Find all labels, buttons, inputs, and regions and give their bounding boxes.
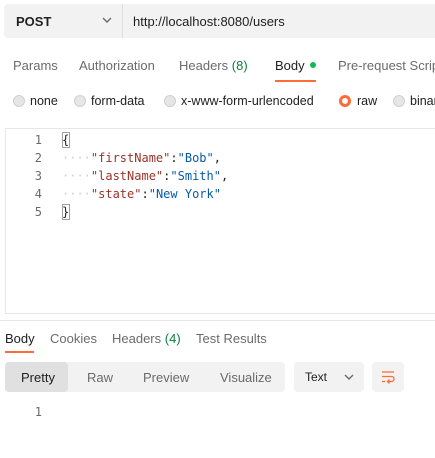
json-comma: ,: [213, 151, 221, 165]
tab-params[interactable]: Params: [13, 58, 58, 73]
line-number: 1: [34, 133, 42, 147]
chevron-down-icon: [102, 17, 112, 23]
line-number: 5: [34, 205, 42, 219]
tab-authorization[interactable]: Authorization: [79, 58, 155, 73]
json-key: "lastName": [90, 169, 164, 183]
radio-none-label: none: [30, 94, 58, 108]
method-select[interactable]: POST: [4, 4, 122, 38]
radio-urlencoded[interactable]: [164, 95, 176, 107]
tab-body[interactable]: Body: [275, 58, 316, 73]
radio-raw[interactable]: [339, 95, 351, 107]
wrap-lines-icon: [382, 371, 395, 384]
line-number: 4: [34, 187, 42, 201]
active-tab-indicator: [275, 80, 316, 82]
format-label: Text: [305, 370, 328, 384]
code-line: ····"firstName":"Bob",: [62, 151, 221, 165]
active-response-tab-indicator: [5, 351, 34, 353]
radio-form-data-label: form-data: [91, 94, 145, 108]
response-tab-test-results[interactable]: Test Results: [196, 331, 267, 346]
format-select[interactable]: Text: [294, 362, 364, 392]
code-line: ····"lastName":"Smith",: [62, 169, 228, 183]
body-status-dot: [309, 62, 316, 68]
pane-divider[interactable]: [0, 320, 435, 321]
line-number: 2: [34, 151, 42, 165]
code-line: }: [62, 205, 70, 219]
response-line-number: 1: [34, 405, 42, 419]
headers-count: (8): [231, 58, 248, 73]
json-key: "firstName": [90, 151, 171, 165]
radio-binary[interactable]: [393, 95, 405, 107]
radio-binary-label: binary: [410, 94, 435, 108]
radio-form-data[interactable]: [74, 95, 86, 107]
json-key: "state": [90, 187, 142, 201]
json-comma: ,: [220, 169, 229, 183]
response-tab-cookies[interactable]: Cookies: [50, 331, 97, 346]
response-tab-headers[interactable]: Headers (4): [112, 331, 181, 346]
tab-headers-label: Headers: [179, 58, 229, 73]
json-value: "Smith": [170, 169, 221, 183]
url-text: http://localhost:8080/users: [133, 14, 285, 29]
code-line: ····"state":"New York": [62, 187, 221, 201]
json-separator: :: [170, 151, 178, 165]
view-mode-raw[interactable]: Raw: [87, 370, 113, 385]
response-tab-body[interactable]: Body: [5, 331, 35, 346]
radio-urlencoded-label: x-www-form-urlencoded: [181, 94, 314, 108]
indent-guide: ····: [62, 187, 91, 201]
view-mode-visualize[interactable]: Visualize: [220, 370, 272, 385]
url-input[interactable]: http://localhost:8080/users: [122, 4, 435, 38]
indent-guide: ····: [62, 169, 91, 183]
json-value: "Bob": [177, 151, 214, 165]
chevron-down-icon: [344, 374, 354, 380]
line-number: 3: [34, 169, 42, 183]
tab-body-label: Body: [275, 58, 305, 73]
code-line: {: [62, 133, 70, 147]
radio-none[interactable]: [13, 95, 25, 107]
tab-pre-request-script[interactable]: Pre-request Script: [338, 58, 435, 73]
tab-headers[interactable]: Headers (8): [179, 58, 248, 73]
indent-guide: ····: [62, 151, 91, 165]
json-separator: :: [141, 187, 149, 201]
response-tab-headers-label: Headers: [112, 331, 162, 346]
view-mode-preview[interactable]: Preview: [143, 370, 189, 385]
view-mode-pretty[interactable]: Pretty: [21, 370, 55, 385]
radio-raw-label: raw: [357, 94, 378, 108]
method-label: POST: [16, 14, 52, 29]
json-value: "New York": [148, 187, 221, 201]
wrap-lines-button[interactable]: [372, 362, 404, 392]
response-headers-count: (4): [164, 331, 181, 346]
